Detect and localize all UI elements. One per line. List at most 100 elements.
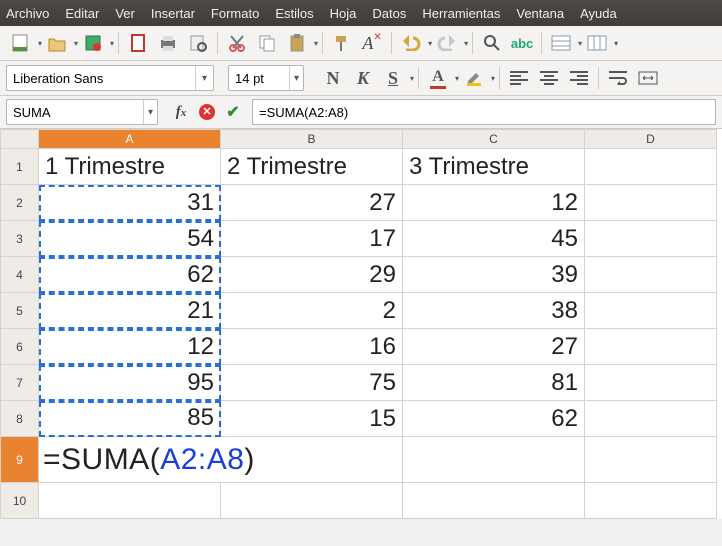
cell-B8[interactable]: 15	[221, 401, 403, 437]
highlight-button[interactable]	[461, 65, 487, 91]
spellcheck-button[interactable]: abc	[509, 30, 535, 56]
dropdown-icon[interactable]: ▾	[464, 39, 468, 48]
dropdown-icon[interactable]: ▾	[143, 100, 157, 124]
cancel-button[interactable]: ✕	[196, 101, 218, 123]
cell-B6[interactable]: 16	[221, 329, 403, 365]
redo-button[interactable]	[434, 30, 460, 56]
function-wizard-button[interactable]: fx	[170, 101, 192, 123]
row-header-10[interactable]: 10	[1, 483, 39, 519]
cell-B4[interactable]: 29	[221, 257, 403, 293]
italic-button[interactable]: K	[350, 65, 376, 91]
select-all-corner[interactable]	[1, 130, 39, 149]
row-header-2[interactable]: 2	[1, 185, 39, 221]
cell-A2[interactable]: 31	[39, 185, 221, 221]
row-header-3[interactable]: 3	[1, 221, 39, 257]
bold-button[interactable]: N	[320, 65, 346, 91]
cell-D9[interactable]	[585, 437, 717, 483]
dropdown-icon[interactable]: ▾	[195, 66, 213, 90]
accept-button[interactable]: ✔	[222, 101, 244, 123]
cell-A7[interactable]: 95	[39, 365, 221, 401]
cell-C5[interactable]: 38	[403, 293, 585, 329]
dropdown-icon[interactable]: ▾	[428, 39, 432, 48]
cell-B7[interactable]: 75	[221, 365, 403, 401]
dropdown-icon[interactable]: ▾	[110, 39, 114, 48]
col-header-C[interactable]: C	[403, 130, 585, 149]
row-button[interactable]	[548, 30, 574, 56]
cell-A5[interactable]: 21	[39, 293, 221, 329]
save-button[interactable]	[80, 30, 106, 56]
clear-format-button[interactable]: A✕	[359, 30, 385, 56]
menu-archivo[interactable]: Archivo	[6, 6, 49, 21]
dropdown-icon[interactable]: ▾	[410, 74, 414, 83]
menu-herramientas[interactable]: Herramientas	[422, 6, 500, 21]
cell-D3[interactable]	[585, 221, 717, 257]
font-name-input[interactable]	[7, 67, 195, 89]
cell-A3[interactable]: 54	[39, 221, 221, 257]
cell-A10[interactable]	[39, 483, 221, 519]
copy-button[interactable]	[254, 30, 280, 56]
dropdown-icon[interactable]: ▾	[289, 66, 303, 90]
menu-estilos[interactable]: Estilos	[275, 6, 313, 21]
font-name-combo[interactable]: ▾	[6, 65, 214, 91]
cell-A1[interactable]: 1 Trimestre	[39, 149, 221, 185]
undo-button[interactable]	[398, 30, 424, 56]
find-button[interactable]	[479, 30, 505, 56]
clone-format-button[interactable]	[329, 30, 355, 56]
cell-B10[interactable]	[221, 483, 403, 519]
underline-button[interactable]: S	[380, 65, 406, 91]
align-center-button[interactable]	[536, 65, 562, 91]
row-header-4[interactable]: 4	[1, 257, 39, 293]
row-header-7[interactable]: 7	[1, 365, 39, 401]
align-right-button[interactable]	[566, 65, 592, 91]
menu-formato[interactable]: Formato	[211, 6, 259, 21]
paste-button[interactable]	[284, 30, 310, 56]
row-header-6[interactable]: 6	[1, 329, 39, 365]
menu-ayuda[interactable]: Ayuda	[580, 6, 617, 21]
font-color-button[interactable]: A	[425, 65, 451, 91]
font-size-combo[interactable]: ▾	[228, 65, 304, 91]
cut-button[interactable]	[224, 30, 250, 56]
cell-C9[interactable]	[403, 437, 585, 483]
cell-C8[interactable]: 62	[403, 401, 585, 437]
dropdown-icon[interactable]: ▾	[578, 39, 582, 48]
dropdown-icon[interactable]: ▾	[614, 39, 618, 48]
cell-D10[interactable]	[585, 483, 717, 519]
new-doc-button[interactable]	[8, 30, 34, 56]
col-header-A[interactable]: A	[39, 130, 221, 149]
cell-B3[interactable]: 17	[221, 221, 403, 257]
cell-C3[interactable]: 45	[403, 221, 585, 257]
cell-C10[interactable]	[403, 483, 585, 519]
wrap-text-button[interactable]	[605, 65, 631, 91]
cell-D6[interactable]	[585, 329, 717, 365]
menu-editar[interactable]: Editar	[65, 6, 99, 21]
cell-C6[interactable]: 27	[403, 329, 585, 365]
cell-C7[interactable]: 81	[403, 365, 585, 401]
formula-input[interactable]	[252, 99, 716, 125]
cell-A9[interactable]: =SUMA(A2:A8)	[39, 437, 403, 483]
spreadsheet-grid[interactable]: A B C D 1 1 Trimestre 2 Trimestre 3 Trim…	[0, 129, 722, 519]
print-button[interactable]	[155, 30, 181, 56]
col-header-B[interactable]: B	[221, 130, 403, 149]
menu-insertar[interactable]: Insertar	[151, 6, 195, 21]
menu-datos[interactable]: Datos	[372, 6, 406, 21]
print-preview-button[interactable]	[185, 30, 211, 56]
row-header-5[interactable]: 5	[1, 293, 39, 329]
cell-A4[interactable]: 62	[39, 257, 221, 293]
cell-D2[interactable]	[585, 185, 717, 221]
dropdown-icon[interactable]: ▾	[314, 39, 318, 48]
row-header-9[interactable]: 9	[1, 437, 39, 483]
cell-C4[interactable]: 39	[403, 257, 585, 293]
col-button[interactable]	[584, 30, 610, 56]
cell-A6[interactable]: 12	[39, 329, 221, 365]
export-pdf-button[interactable]	[125, 30, 151, 56]
align-left-button[interactable]	[506, 65, 532, 91]
dropdown-icon[interactable]: ▾	[38, 39, 42, 48]
font-size-input[interactable]	[229, 67, 289, 89]
cell-D8[interactable]	[585, 401, 717, 437]
cell-C1[interactable]: 3 Trimestre	[403, 149, 585, 185]
row-header-8[interactable]: 8	[1, 401, 39, 437]
name-box[interactable]: ▾	[6, 99, 158, 125]
cell-D1[interactable]	[585, 149, 717, 185]
col-header-D[interactable]: D	[585, 130, 717, 149]
cell-A8[interactable]: 85	[39, 401, 221, 437]
